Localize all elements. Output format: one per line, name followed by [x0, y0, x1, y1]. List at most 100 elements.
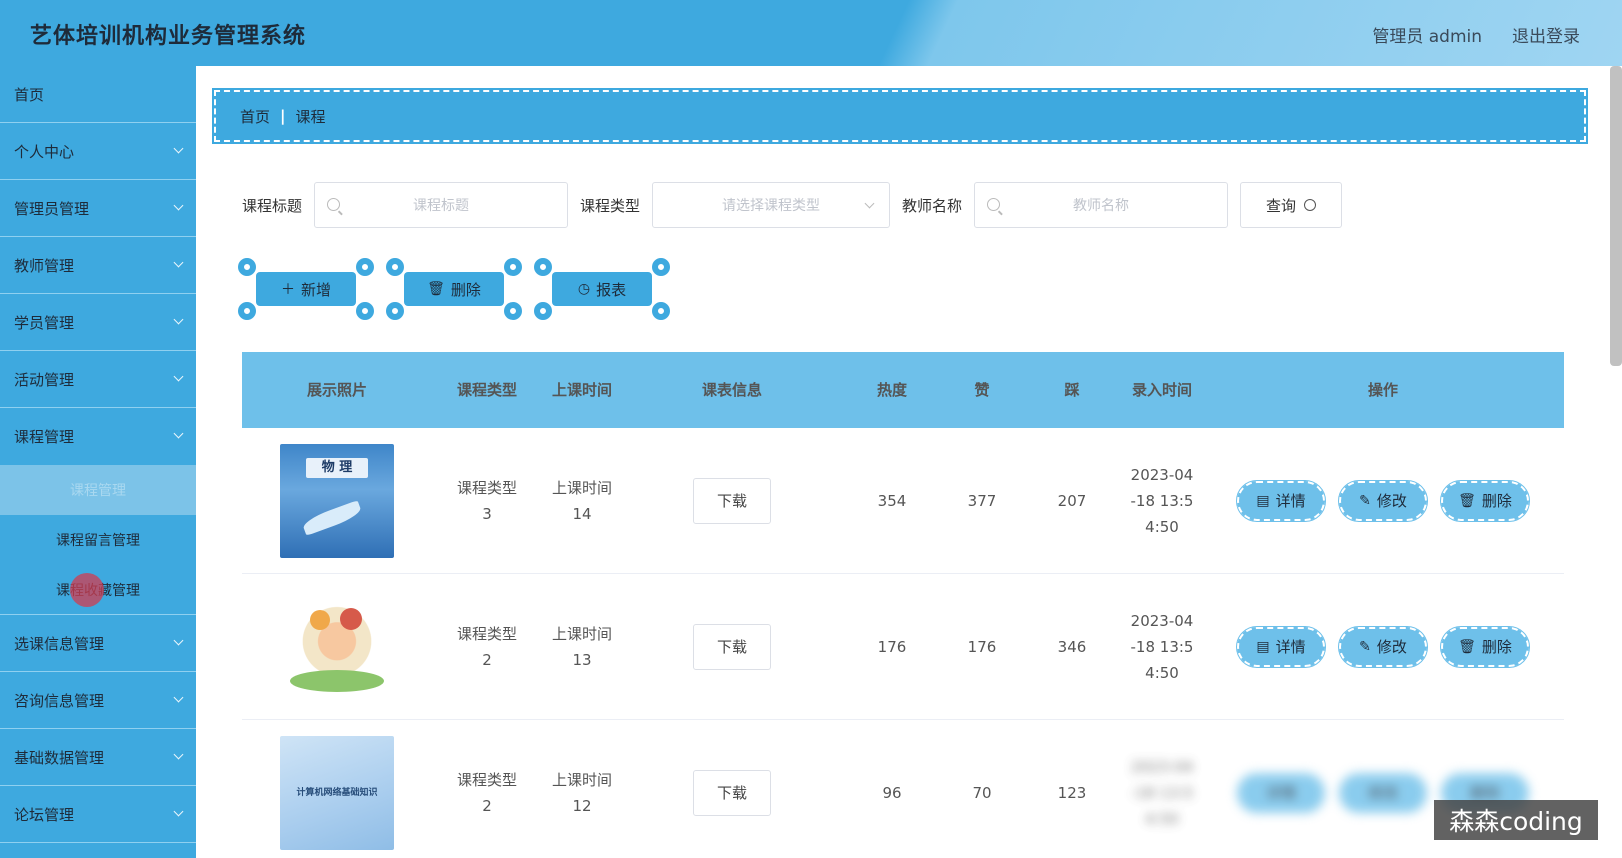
chevron-down-icon — [173, 749, 184, 760]
table-row: 课程类型 2 上课时间 13 下载 176 176 346 2023-04 -18 1… — [242, 574, 1564, 720]
document-icon: ▤ — [1256, 638, 1270, 655]
sidebar-item-label: 活动管理 — [14, 370, 75, 389]
record-time-line3: 4:50 — [1145, 517, 1179, 536]
course-thumbnail-physics[interactable]: 物 理 — [280, 443, 394, 558]
page-scrollbar[interactable] — [1610, 66, 1622, 366]
col-header-like: 赞 — [974, 381, 990, 399]
submenu-item-course-management[interactable]: 课程管理 — [0, 465, 196, 515]
detail-button[interactable]: 详情 — [1236, 772, 1326, 814]
time-value: 14 — [572, 504, 592, 523]
course-type-select[interactable]: 请选择课程类型 — [652, 182, 891, 228]
sidebar-item-label: 论坛管理 — [14, 805, 75, 824]
sidebar-item-label: 个人中心 — [14, 142, 75, 161]
detail-button-label: 详情 — [1265, 784, 1296, 802]
report-button[interactable]: ◷ 报表 — [534, 258, 670, 320]
record-time-line2: -18 13:5 — [1130, 637, 1194, 656]
chevron-down-icon — [173, 143, 184, 154]
course-type-placeholder: 请选择课程类型 — [722, 198, 821, 214]
delete-button-label: 删除 — [450, 280, 481, 299]
sidebar-item-teacher-management[interactable]: 教师管理 — [0, 237, 196, 294]
type-value: 3 — [482, 504, 492, 523]
time-text: 上课时间 — [551, 771, 612, 789]
col-header-record-time: 录入时间 — [1131, 381, 1192, 399]
teacher-name-input[interactable]: 教师名称 — [974, 182, 1229, 228]
col-header-photo: 展示照片 — [306, 381, 367, 399]
heat-value: 176 — [877, 637, 907, 656]
delete-button[interactable]: 🗑 删除 — [1440, 625, 1530, 668]
edit-button[interactable]: ✎ 修改 — [1338, 479, 1428, 522]
col-header-type: 课程类型 — [456, 381, 517, 399]
edit-button-label: 修改 — [1376, 637, 1407, 656]
record-time-line1: 2023-04 — [1130, 611, 1194, 630]
breadcrumb-separator: | — [280, 107, 286, 125]
sidebar-item-label: 学员管理 — [14, 313, 75, 332]
like-value: 176 — [967, 637, 997, 656]
chevron-down-icon — [173, 314, 184, 325]
breadcrumb: 首页 | 课程 — [212, 88, 1588, 144]
trash-icon: 🗑 — [1458, 638, 1476, 655]
record-time-line3: 4:50 — [1145, 663, 1179, 682]
trash-icon: 🗑 — [427, 281, 445, 297]
logout-link[interactable]: 退出登录 — [1512, 22, 1580, 47]
sidebar-item-label: 选课信息管理 — [14, 634, 105, 653]
chevron-down-icon — [173, 635, 184, 646]
dislike-value: 207 — [1057, 491, 1087, 510]
edit-button[interactable]: ✎ 修改 — [1338, 625, 1428, 668]
table-row: 物 理 课程类型 3 上课时间 14 下载 354 377 207 2023-04 -… — [242, 428, 1564, 574]
course-title-input[interactable]: 课程标题 — [314, 182, 569, 228]
table-header: 展示照片 课程类型 上课时间 课表信息 热度 赞 踩 录入时间 操作 — [242, 352, 1564, 428]
query-button[interactable]: 查询 — [1240, 182, 1343, 228]
physics-book-title: 物 理 — [306, 457, 368, 478]
video-watermark: 森森coding — [1434, 800, 1598, 840]
col-header-dislike: 踩 — [1064, 381, 1080, 399]
delete-button[interactable]: 🗑 删除 — [1440, 479, 1530, 522]
add-button[interactable]: ＋ 新增 — [238, 258, 374, 320]
download-button[interactable]: 下载 — [693, 477, 771, 524]
breadcrumb-home[interactable]: 首页 — [240, 106, 270, 127]
sidebar-item-inquiry-management[interactable]: 咨询信息管理 — [0, 672, 196, 729]
course-thumbnail-computer[interactable]: 计算机网络基础知识 — [280, 736, 394, 850]
time-text: 上课时间 — [551, 478, 612, 497]
sidebar-item-student-management[interactable]: 学员管理 — [0, 294, 196, 351]
dislike-value: 123 — [1057, 784, 1087, 802]
course-type-label: 课程类型 — [580, 196, 641, 215]
submenu-item-course-comments[interactable]: 课程留言管理 — [0, 515, 196, 565]
record-time-line2: -18 13:5 — [1130, 784, 1194, 802]
current-user: 管理员 admin — [1372, 27, 1482, 47]
course-thumbnail-family[interactable] — [280, 589, 394, 704]
plus-icon: ＋ — [280, 282, 295, 298]
record-time-line1: 2023-04 — [1130, 465, 1194, 484]
sidebar-item-activity-management[interactable]: 活动管理 — [0, 351, 196, 408]
search-icon — [1304, 199, 1317, 211]
heat-value: 96 — [882, 784, 902, 802]
report-button-label: 报表 — [596, 280, 627, 299]
chevron-down-icon — [173, 371, 184, 382]
type-value: 2 — [482, 650, 492, 669]
edit-button[interactable]: 修改 — [1338, 772, 1428, 814]
batch-delete-button[interactable]: 🗑 删除 — [386, 258, 522, 320]
col-header-operations: 操作 — [1367, 381, 1398, 399]
download-button[interactable]: 下载 — [693, 623, 771, 670]
record-time-line1: 2023-04 — [1130, 758, 1194, 776]
sidebar-item-personal-center[interactable]: 个人中心 — [0, 123, 196, 180]
teacher-name-placeholder: 教师名称 — [1073, 198, 1130, 214]
pencil-icon: ✎ — [1359, 638, 1371, 655]
chevron-down-icon — [173, 257, 184, 268]
detail-button[interactable]: ▤ 详情 — [1236, 625, 1326, 668]
sidebar-item-enrollment-management[interactable]: 选课信息管理 — [0, 615, 196, 672]
course-title-label: 课程标题 — [242, 196, 303, 215]
edit-button-label: 修改 — [1367, 784, 1398, 802]
sidebar-item-home[interactable]: 首页 — [0, 66, 196, 123]
like-value: 70 — [972, 784, 992, 802]
chevron-down-icon — [173, 806, 184, 817]
sidebar-item-course-management[interactable]: 课程管理 — [0, 408, 196, 465]
sidebar-item-base-data-management[interactable]: 基础数据管理 — [0, 729, 196, 786]
sidebar-item-admin-management[interactable]: 管理员管理 — [0, 180, 196, 237]
sidebar-item-forum-management[interactable]: 论坛管理 — [0, 786, 196, 843]
like-value: 377 — [967, 491, 997, 510]
detail-button[interactable]: ▤ 详情 — [1236, 479, 1326, 522]
detail-button-label: 详情 — [1275, 637, 1306, 656]
download-button[interactable]: 下载 — [693, 770, 771, 816]
sidebar: 首页 个人中心 管理员管理 教师管理 学员管理 活动管理 课程管理 课程管理 课… — [0, 66, 196, 858]
submenu-item-course-favorites[interactable]: 课程收藏管理 — [0, 565, 196, 615]
